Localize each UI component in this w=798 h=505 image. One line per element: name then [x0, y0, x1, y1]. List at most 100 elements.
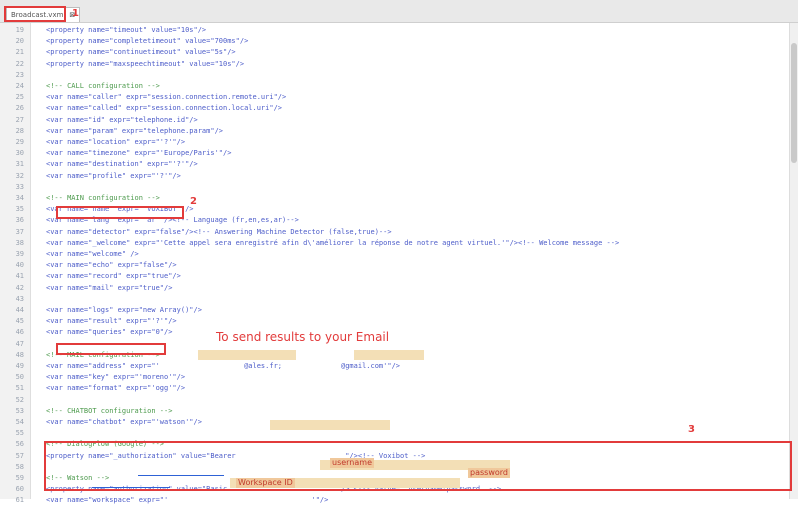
code-line[interactable]: 44 <var name="logs" expr="new Array()"/> — [0, 305, 202, 315]
code-line[interactable]: 19 <property name="timeout" value="10s"/> — [0, 25, 207, 35]
annotation-box-lang — [56, 206, 184, 219]
code-text: <var name="called" expr="session.connect… — [46, 104, 283, 113]
line-number: 39 — [15, 250, 24, 258]
code-line[interactable]: 41 <var name="record" expr="true"/> — [0, 271, 181, 281]
line-number: 32 — [15, 171, 24, 180]
line-number: 47 — [15, 339, 24, 348]
line-number: 46 — [15, 328, 24, 337]
line-number: 40 — [15, 261, 24, 270]
line-number: 31 — [15, 160, 24, 169]
code-line[interactable]: 30 <var name="timezone" expr="'Europe/Par… — [0, 148, 232, 158]
code-line[interactable]: 40 <var name="echo" expr="false"/> — [0, 260, 177, 270]
code-text: <var name="echo" expr="false"/> — [46, 261, 177, 270]
underline-authorization — [138, 475, 224, 476]
code-line[interactable]: 42 <var name="mail" expr="true"/> — [0, 283, 173, 293]
code-line[interactable]: 26 <var name="called" expr="session.conne… — [0, 103, 282, 113]
email-annotation-note: To send results to your Email — [216, 330, 390, 344]
code-line[interactable]: 21 <property name="continuetimeout" value… — [0, 47, 236, 57]
scrollbar-thumb[interactable] — [791, 43, 797, 163]
code-line[interactable]: 23 — [0, 70, 46, 80]
code-line[interactable]: 33 — [0, 182, 46, 192]
code-line[interactable]: 31 <var name="destination" expr="'?'"/> — [0, 159, 198, 169]
code-text: <var name="id" expr="telephone.id"/> — [46, 115, 198, 124]
line-number: 25 — [15, 93, 24, 102]
code-text: <var name="param" expr="telephone.param"… — [46, 126, 224, 135]
code-line[interactable]: 27 <var name="id" expr="telephone.id"/> — [0, 115, 198, 125]
underline-workspace — [92, 487, 170, 488]
code-text: <var name="result" expr="'?'"/> — [46, 317, 177, 326]
redacted-email-2 — [354, 350, 424, 360]
code-line[interactable]: 45 <var name="result" expr="'?'"/> — [0, 316, 177, 326]
code-text: <var name="record" expr="true"/> — [46, 272, 181, 281]
line-number: 52 — [15, 395, 24, 404]
code-text: <var name="key" expr="'moreno'"/> — [46, 373, 186, 382]
line-number: 54 — [15, 418, 24, 426]
code-text: <var name="mail" expr="true"/> — [46, 283, 173, 292]
code-line[interactable]: 50 <var name="key" expr="'moreno'"/> — [0, 372, 186, 382]
code-text: <property name="timeout" value="10s"/> — [46, 26, 207, 34]
line-number: 23 — [15, 70, 24, 79]
code-line[interactable]: 43 — [0, 294, 46, 304]
code-text: <property name="completetimeout" value="… — [46, 37, 249, 46]
vertical-scrollbar[interactable] — [789, 23, 798, 499]
line-number: 60 — [15, 485, 24, 494]
line-number: 53 — [15, 406, 24, 415]
redacted-dialogflow-token — [270, 420, 390, 430]
redacted-email-1 — [198, 350, 296, 360]
code-line[interactable]: 37 <var name="detector" expr="false"/><!-… — [0, 227, 392, 237]
code-text: <var name="chatbot" expr="'watson'"/> — [46, 418, 202, 426]
code-text: <var name="queries" expr="0"/> — [46, 328, 173, 337]
code-line[interactable]: 28 <var name="param" expr="telephone.para… — [0, 126, 223, 136]
code-text: <var name="address" expr="' @ales.fr; @g… — [46, 362, 401, 370]
code-text: <!-- CHATBOT configuration --> — [46, 406, 173, 415]
line-number: 43 — [15, 294, 24, 303]
line-number: 49 — [15, 362, 24, 370]
line-number: 38 — [15, 238, 24, 247]
tab-bar: Broadcast.vxml ⊠ — [0, 0, 798, 23]
code-line[interactable]: 38 <var name="_welcome" expr="'Cette appe… — [0, 238, 620, 248]
line-number: 29 — [15, 138, 24, 146]
annotation-number-1: 1 — [72, 8, 79, 19]
code-line[interactable]: 39 <var name="welcome" /> — [0, 249, 139, 259]
code-text: <var name="workspace" expr="' '"/> — [46, 496, 329, 505]
code-editor[interactable]: 19 <property name="timeout" value="10s"/>… — [0, 23, 790, 504]
code-text: <var name="format" expr="'ogg'"/> — [46, 384, 186, 393]
line-number: 41 — [15, 272, 24, 281]
code-text: <!-- MAIN configuration --> — [46, 194, 160, 202]
line-number: 22 — [15, 59, 24, 68]
line-number: 48 — [15, 350, 24, 359]
code-line[interactable]: 46 <var name="queries" expr="0"/> — [0, 327, 173, 337]
line-number: 26 — [15, 104, 24, 113]
code-line[interactable]: 52 — [0, 395, 46, 405]
code-line[interactable]: 34 <!-- MAIN configuration --> — [0, 193, 160, 203]
line-number: 44 — [15, 306, 24, 314]
code-line[interactable]: 32 <var name="profile" expr="'?'"/> — [0, 171, 181, 181]
line-number: 27 — [15, 115, 24, 124]
username-label: username — [330, 458, 374, 468]
code-line[interactable]: 20 <property name="completetimeout" value… — [0, 36, 249, 46]
code-line[interactable]: 54 <var name="chatbot" expr="'watson'"/> — [0, 417, 202, 427]
code-line[interactable]: 25 <var name="caller" expr="session.conne… — [0, 92, 287, 102]
line-number: 56 — [15, 440, 24, 449]
code-text: <var name="welcome" /> — [46, 250, 139, 258]
code-line[interactable]: 24 <!-- CALL configuration --> — [0, 81, 160, 91]
code-text: <var name="caller" expr="session.connect… — [46, 93, 287, 102]
workspace-id-label: Workspace ID — [236, 478, 295, 488]
code-text: <var name="profile" expr="'?'"/> — [46, 171, 181, 180]
code-line[interactable]: 51 <var name="format" expr="'ogg'"/> — [0, 383, 186, 393]
code-line[interactable]: 61 <var name="workspace" expr="' '"/> — [0, 495, 329, 505]
code-line[interactable]: 55 — [0, 428, 46, 438]
code-line[interactable]: 22 <property name="maxspeechtimeout" valu… — [0, 59, 245, 69]
code-text: <var name="destination" expr="'?'"/> — [46, 160, 198, 169]
line-number: 55 — [15, 429, 24, 438]
line-number: 51 — [15, 384, 24, 393]
code-line[interactable]: 53 <!-- CHATBOT configuration --> — [0, 406, 173, 416]
annotation-box-mail — [56, 343, 166, 355]
code-line[interactable]: 49 <var name="address" expr="' @ales.fr; … — [0, 361, 400, 371]
code-line[interactable]: 47 — [0, 339, 46, 349]
code-line[interactable]: 29 <var name="location" expr="'?'"/> — [0, 137, 186, 147]
line-number: 50 — [15, 373, 24, 382]
code-line[interactable]: 58 — [0, 462, 46, 472]
code-text: <!-- CALL configuration --> — [46, 82, 160, 90]
annotation-number-2: 2 — [190, 196, 197, 207]
